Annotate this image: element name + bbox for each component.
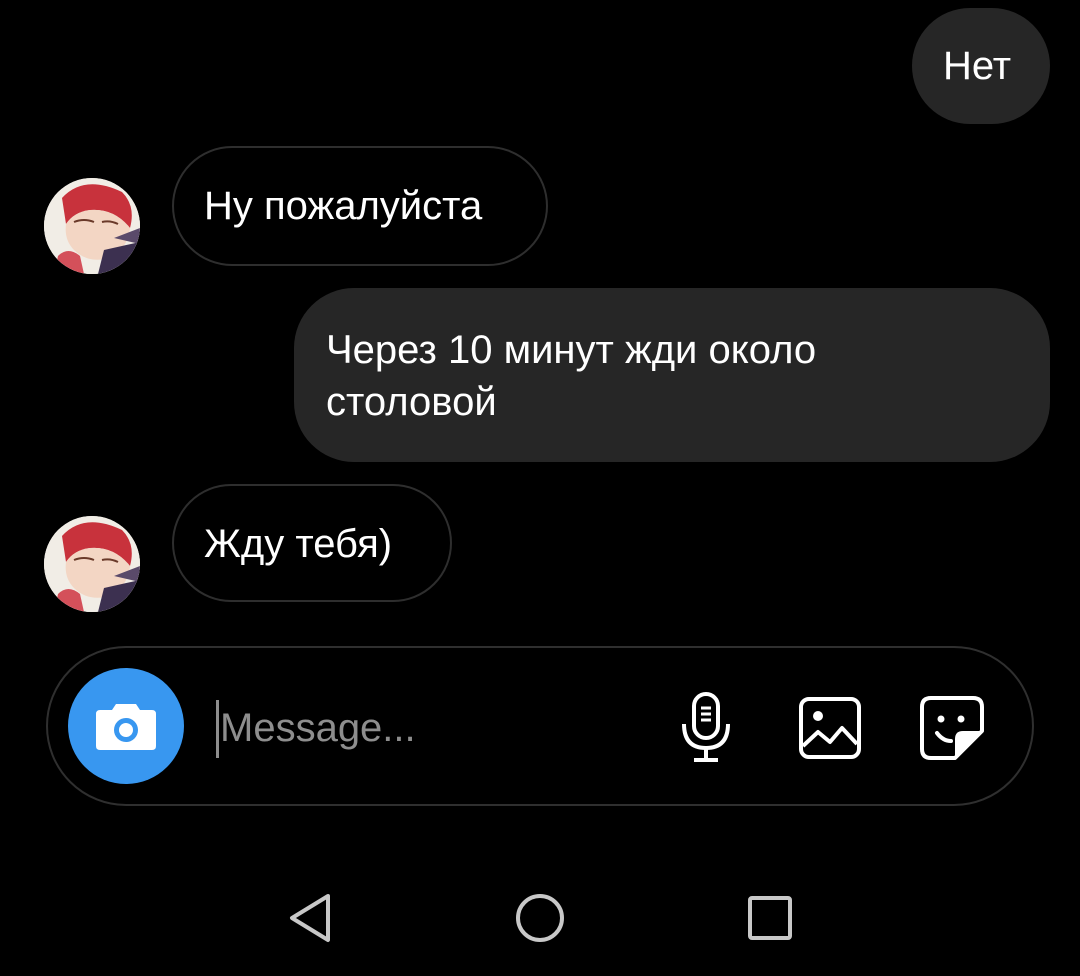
message-bubble-outgoing[interactable]: Нет [912,8,1050,124]
message-composer [46,646,1034,806]
microphone-icon [682,692,730,762]
gallery-icon [799,697,861,759]
gallery-button[interactable] [794,692,866,764]
message-text: Нет [943,44,1012,88]
chat-screen: Нет Ну пожалуйста Через 10 минут жди око… [0,0,1080,976]
avatar[interactable] [44,516,140,612]
system-navigation-bar [0,850,1080,976]
message-input[interactable] [216,692,640,764]
message-bubble-incoming[interactable]: Ну пожалуйста [172,146,548,266]
message-text: Жду тебя) [204,522,393,566]
message-text-line-1: Через 10 минут жди около [326,328,817,372]
camera-icon [96,704,156,750]
avatar[interactable] [44,178,140,274]
sticker-button[interactable] [916,692,988,764]
camera-button[interactable] [68,668,184,784]
recents-button[interactable] [740,888,800,948]
home-circle-icon [516,894,564,942]
recents-square-icon [748,896,792,940]
message-bubble-outgoing[interactable]: Через 10 минут жди около столовой [294,288,1050,462]
sticker-icon [920,696,984,760]
message-text: Ну пожалуйста [204,184,483,228]
back-triangle-icon [290,894,330,942]
back-button[interactable] [280,888,340,948]
avatar-image [44,516,140,612]
message-bubble-incoming[interactable]: Жду тебя) [172,484,452,602]
voice-message-button[interactable] [670,692,742,764]
home-button[interactable] [510,888,570,948]
avatar-image [44,178,140,274]
message-text-line-2: столовой [326,380,497,424]
